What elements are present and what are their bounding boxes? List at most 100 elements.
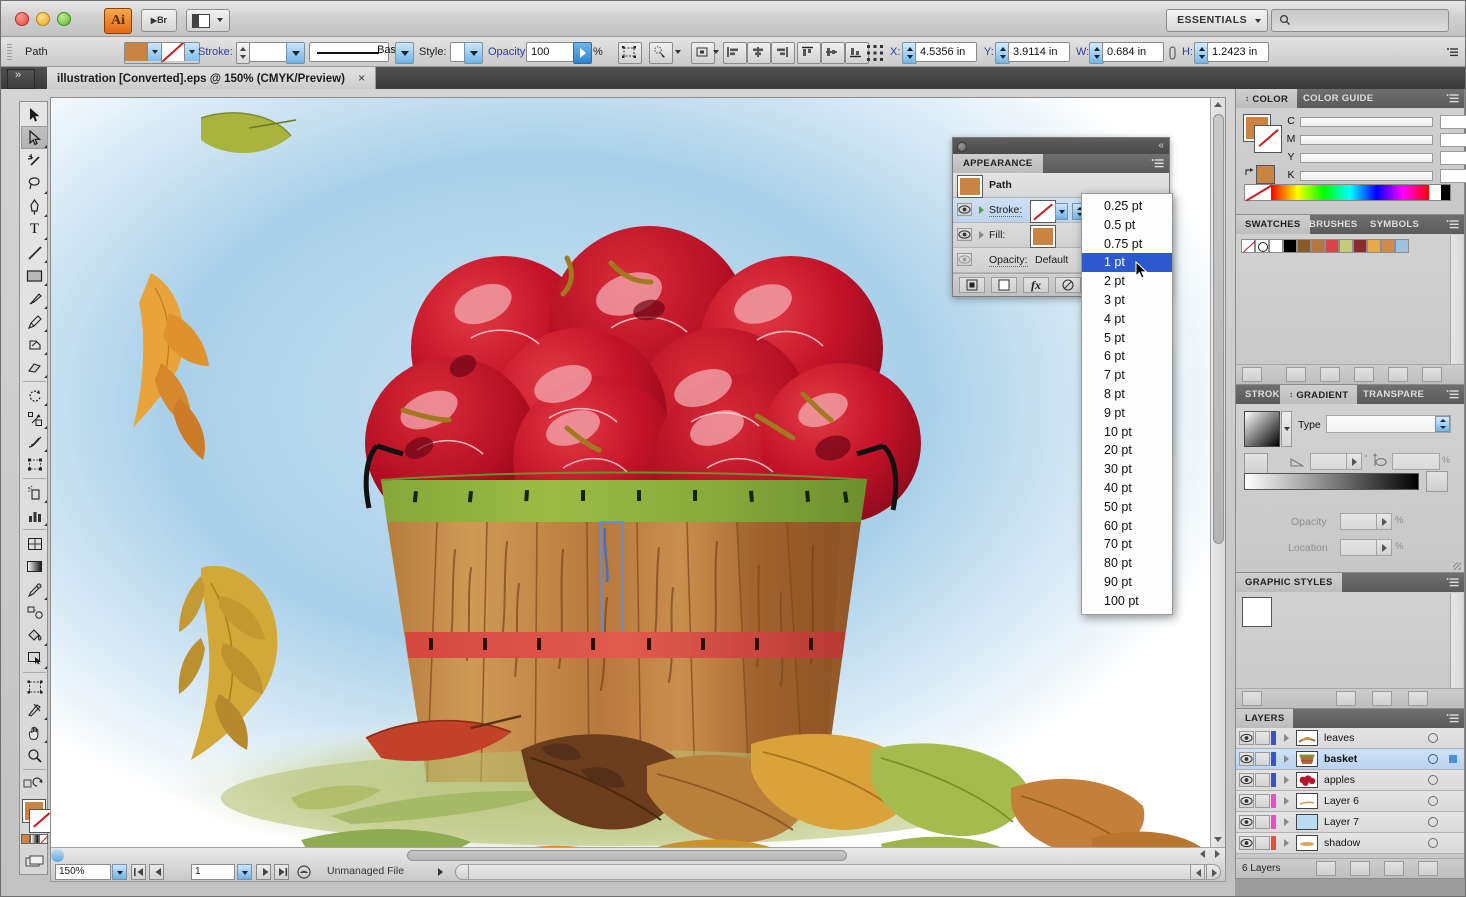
expand-triangle-icon[interactable] <box>979 206 984 214</box>
previous-artboard-button[interactable] <box>149 864 164 880</box>
slider-track-c[interactable] <box>1300 117 1433 127</box>
menu-item-stroke-weight-selected[interactable]: 1 pt <box>1082 253 1172 272</box>
arrange-documents-button[interactable] <box>186 9 230 32</box>
delete-selection-button[interactable] <box>1418 861 1438 876</box>
y-field[interactable]: 3.9114 in <box>1008 42 1070 62</box>
swatch-registration[interactable] <box>1255 239 1269 253</box>
slice-tool[interactable] <box>21 698 48 721</box>
clear-appearance-button[interactable] <box>1055 277 1081 293</box>
create-new-sublayer-button[interactable] <box>1350 861 1370 876</box>
layer-name[interactable]: shadow <box>1324 837 1360 849</box>
live-paint-selection-tool[interactable] <box>21 647 48 670</box>
zoom-window-button[interactable] <box>57 12 71 26</box>
width-tool[interactable] <box>21 430 48 453</box>
delete-graphic-style-button[interactable] <box>1408 691 1428 706</box>
expand-panels-button[interactable] <box>7 69 35 89</box>
spectrum-white-swatch[interactable] <box>1429 185 1441 200</box>
menu-item-stroke-weight[interactable]: 50 pt <box>1082 498 1172 517</box>
paintbrush-tool[interactable] <box>21 287 48 310</box>
menu-item-stroke-weight[interactable]: 8 pt <box>1082 385 1172 404</box>
new-swatch-button[interactable] <box>1388 367 1408 382</box>
layer-visibility-eye-icon[interactable] <box>1239 731 1254 745</box>
column-graph-tool[interactable] <box>21 504 48 527</box>
menu-item-stroke-weight[interactable]: 6 pt <box>1082 347 1172 366</box>
status-scroll-prev[interactable] <box>1190 864 1205 880</box>
minimize-window-button[interactable] <box>36 12 50 26</box>
appearance-opacity-label[interactable]: Opacity: <box>989 254 1028 267</box>
type-tool[interactable]: T <box>21 218 48 241</box>
align-top-button[interactable] <box>797 42 821 64</box>
free-transform-tool[interactable] <box>21 453 48 476</box>
opacity-label[interactable]: Opacity: <box>488 37 528 68</box>
fill-color-button[interactable] <box>124 42 163 64</box>
stroke-weight-dropdown-button[interactable] <box>286 42 305 64</box>
align-options-button[interactable] <box>691 42 715 64</box>
panel-close-icon[interactable] <box>957 142 967 152</box>
swatch-white[interactable] <box>1269 239 1283 253</box>
rotate-tool[interactable] <box>21 384 48 407</box>
lasso-tool[interactable] <box>21 172 48 195</box>
menu-item-stroke-weight[interactable]: 0.25 pt <box>1082 197 1172 216</box>
next-artboard-button[interactable] <box>256 864 271 880</box>
color-panel-menu-button[interactable] <box>1446 93 1460 104</box>
gradient-opacity-field[interactable] <box>1340 513 1392 530</box>
blend-tool[interactable] <box>21 601 48 624</box>
create-new-layer-button[interactable] <box>1384 861 1404 876</box>
tab-color-guide[interactable]: COLOR GUIDE <box>1294 89 1382 108</box>
scroll-left-arrow-icon[interactable] <box>1200 850 1205 858</box>
layer-row-leaves[interactable]: leaves <box>1236 728 1464 749</box>
slider-value-c[interactable] <box>1440 115 1466 129</box>
artboard-number-field[interactable]: 1 <box>191 864 235 880</box>
layers-panel-menu-button[interactable] <box>1446 713 1460 724</box>
magic-wand-tool[interactable] <box>21 149 48 172</box>
scroll-up-arrow-icon[interactable] <box>1214 102 1222 107</box>
make-clipping-mask-button[interactable] <box>1316 861 1336 876</box>
align-middle-button[interactable] <box>821 42 845 64</box>
tab-gradient[interactable]: ↕GRADIENT <box>1280 385 1357 404</box>
expand-triangle-icon[interactable] <box>1284 818 1289 826</box>
chevron-down-icon[interactable] <box>713 50 719 54</box>
swatch-color[interactable] <box>1367 239 1381 253</box>
slider-value-m[interactable] <box>1440 133 1466 147</box>
layer-row-basket[interactable]: basket <box>1236 749 1464 770</box>
slider-value-k[interactable] <box>1440 169 1466 183</box>
align-center-horizontal-button[interactable] <box>747 42 771 64</box>
close-window-button[interactable] <box>15 12 29 26</box>
opacity-dropdown-button[interactable] <box>573 42 592 64</box>
layer-visibility-eye-icon[interactable] <box>1239 752 1254 766</box>
canvas-vertical-scrollbar[interactable] <box>1210 98 1225 862</box>
swatch-none[interactable] <box>1241 239 1255 253</box>
hand-tool[interactable] <box>21 721 48 744</box>
layer-row-apples[interactable]: apples <box>1236 770 1464 791</box>
menu-item-stroke-weight[interactable]: 80 pt <box>1082 554 1172 573</box>
layer-row-layer-6[interactable]: Layer 6 <box>1236 791 1464 812</box>
gradient-type-select[interactable] <box>1326 415 1451 433</box>
h-label[interactable]: H: <box>1182 37 1193 68</box>
menu-item-stroke-weight[interactable]: 70 pt <box>1082 535 1172 554</box>
layer-lock-toggle[interactable] <box>1255 794 1270 808</box>
none-button[interactable] <box>39 834 48 844</box>
layer-row-layer-7[interactable]: Layer 7 <box>1236 812 1464 833</box>
x-label[interactable]: X: <box>890 37 900 68</box>
last-used-color-swatch[interactable] <box>1256 165 1275 184</box>
gradient-preview-swatch[interactable] <box>1244 411 1280 447</box>
gradient-location-dropdown[interactable] <box>1376 540 1391 555</box>
stroke-color-swatch-none[interactable] <box>1031 201 1055 222</box>
control-bar-grip[interactable] <box>7 44 12 60</box>
collapse-panel-icon[interactable]: « <box>1158 140 1164 151</box>
menu-item-stroke-weight[interactable]: 0.75 pt <box>1082 235 1172 254</box>
gradient-location-field[interactable] <box>1340 539 1392 556</box>
stroke-weight-label[interactable]: Stroke: <box>198 37 233 68</box>
gradient-angle-field[interactable] <box>1310 453 1362 470</box>
style-dropdown-button[interactable] <box>464 42 483 64</box>
document-tab[interactable]: illustration [Converted].eps @ 150% (CMY… <box>47 67 376 89</box>
spectrum-gradient[interactable] <box>1271 185 1429 200</box>
scale-tool[interactable] <box>21 407 48 430</box>
w-field[interactable]: 0.684 in <box>1102 42 1164 62</box>
color-button[interactable] <box>21 834 30 844</box>
reverse-gradient-button[interactable] <box>1244 453 1268 475</box>
w-label[interactable]: W: <box>1076 37 1089 68</box>
expand-triangle-icon[interactable] <box>1284 776 1289 784</box>
panel-resize-grip[interactable] <box>1453 562 1461 570</box>
menu-item-stroke-weight[interactable]: 30 pt <box>1082 460 1172 479</box>
